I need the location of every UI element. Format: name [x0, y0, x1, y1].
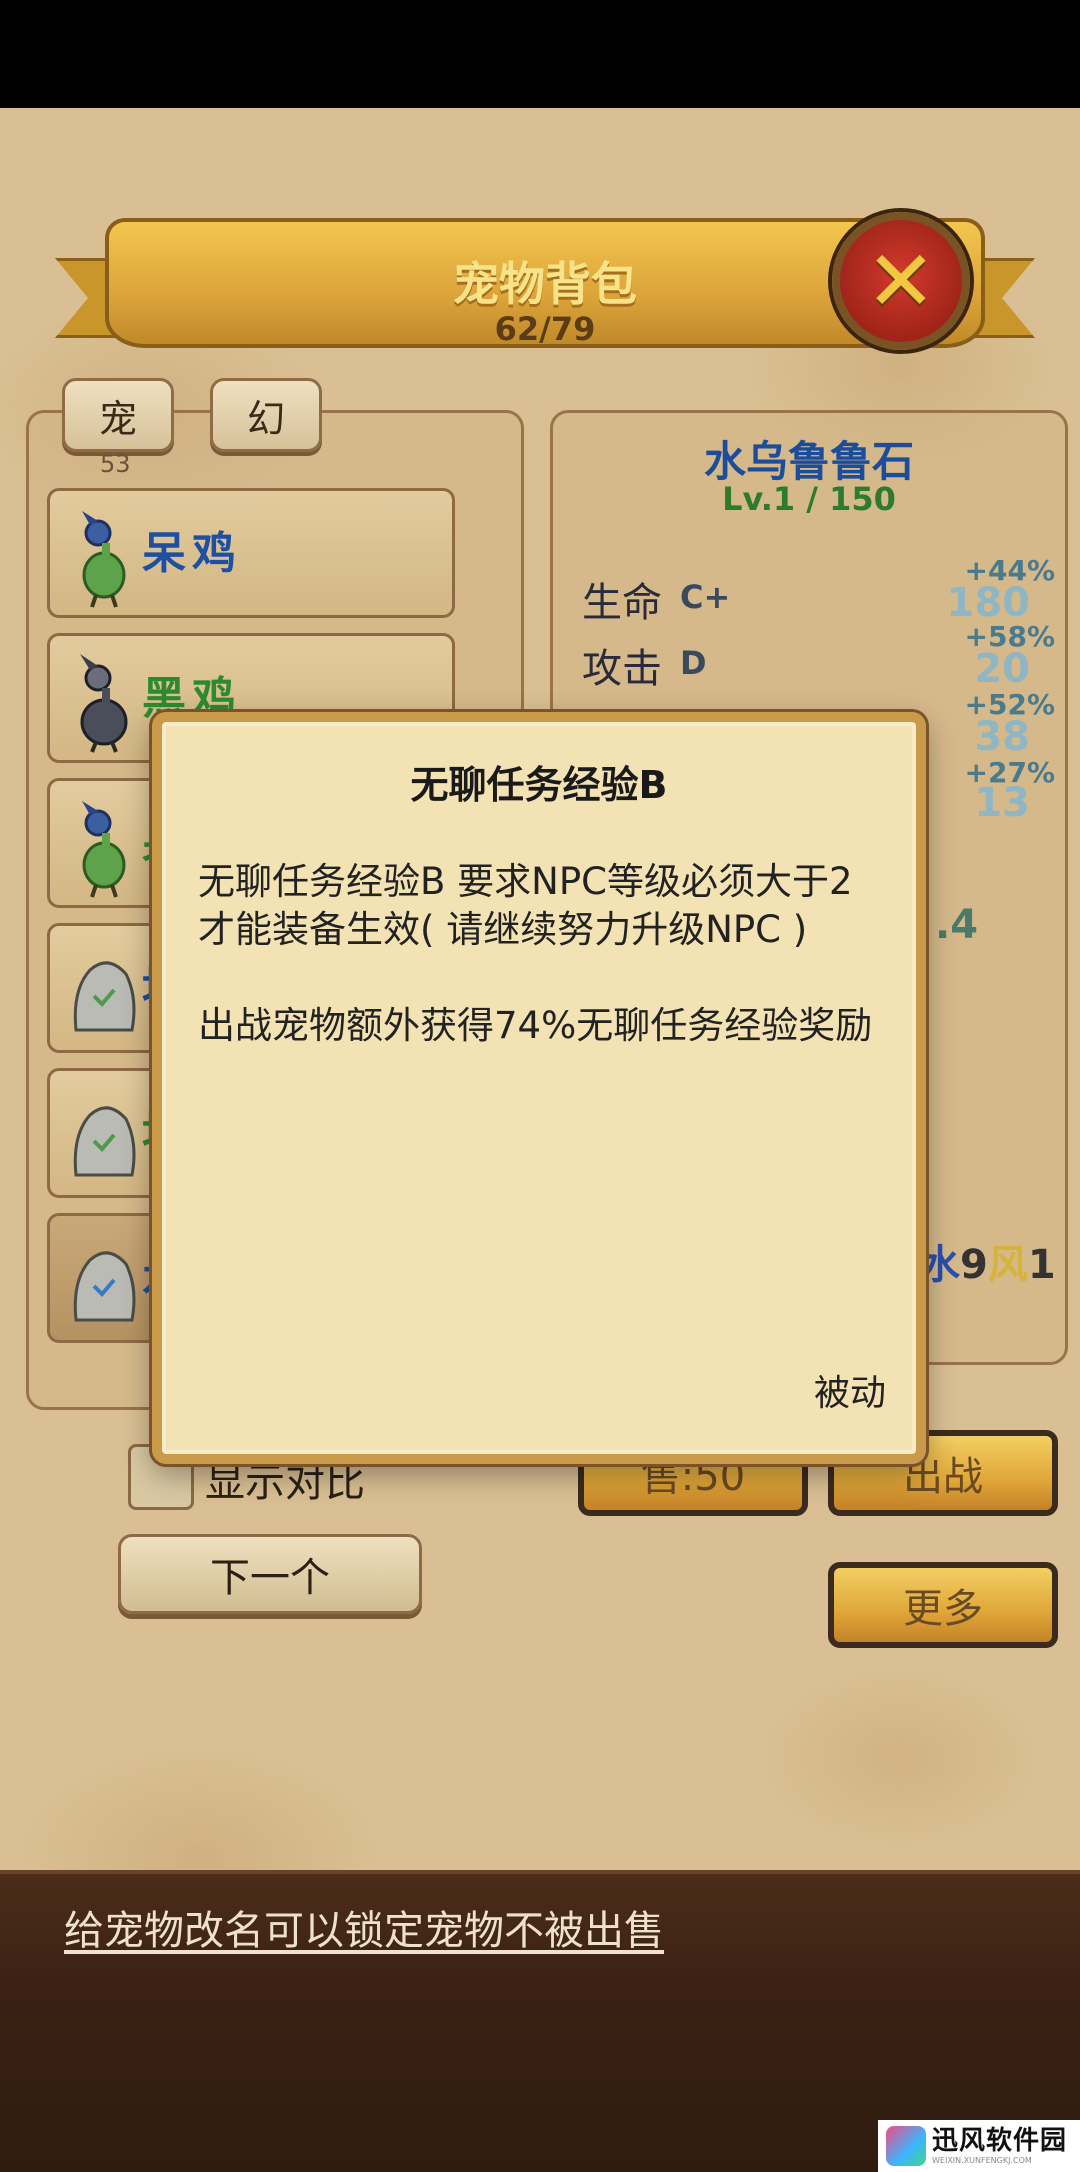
pet-name: 呆鸡 — [142, 528, 242, 579]
green-bird-icon — [82, 511, 126, 608]
status-bar — [0, 0, 1080, 108]
dark-bird-icon — [80, 654, 128, 753]
stat-value: 20 — [974, 646, 1030, 692]
tab-pets[interactable]: 宠 — [62, 378, 174, 452]
skill-info-dialog[interactable]: 无聊任务经验B 无聊任务经验B 要求NPC等级必须大于2 才能装备生效( 请继续… — [152, 712, 926, 1464]
close-button[interactable]: ✕ — [832, 212, 970, 350]
stone-icon — [73, 1106, 136, 1177]
stat-grade: D — [680, 644, 707, 682]
element-water: 水 — [920, 1242, 960, 1288]
close-icon: ✕ — [865, 232, 937, 330]
element-wind: 风 — [987, 1242, 1028, 1288]
tab-count: 53 — [100, 450, 131, 478]
stone-icon — [73, 1251, 136, 1322]
stat-value: 13 — [974, 780, 1030, 826]
dialog-title: 无聊任务经验B — [410, 763, 668, 807]
stat-value: 38 — [974, 714, 1030, 760]
element-wind-value: 1 — [1027, 1242, 1056, 1288]
more-button[interactable]: 更多 — [828, 1562, 1058, 1648]
green-bird-icon — [82, 801, 126, 898]
dialog-effect: 出战宠物额外获得74%无聊任务经验奖励 — [198, 1004, 873, 1047]
dialog-requirement: 无聊任务经验B 要求NPC等级必须大于2 才能装备生效( 请继续努力升级NPC … — [198, 860, 853, 951]
element-water-value: 9 — [960, 1242, 988, 1288]
stat-label: 攻击 — [582, 646, 662, 692]
watermark-url: WEIXIN.XUNFENGKJ.COM — [932, 2155, 1032, 2165]
pet-detail-level: Lv.1 / 150 — [722, 480, 896, 518]
stat-partial-value: .4 — [935, 902, 979, 948]
stone-icon — [73, 961, 136, 1032]
pet-list-item[interactable]: 呆鸡 — [47, 488, 455, 618]
element-affinity: 水9风1 — [920, 1232, 1056, 1290]
next-button[interactable]: 下一个 — [118, 1534, 422, 1614]
stat-label: 生命 — [582, 580, 662, 626]
dialog-body: 无聊任务经验B 要求NPC等级必须大于2 才能装备生效( 请继续努力升级NPC … — [198, 858, 886, 1098]
watermark-logo-icon — [886, 2126, 926, 2166]
dialog-skill-type: 被动 — [813, 1373, 886, 1414]
tip-link[interactable]: 给宠物改名可以锁定宠物不被出售 — [64, 1898, 664, 1956]
tab-phantom[interactable]: 幻 — [210, 378, 322, 452]
stat-grade: C+ — [680, 578, 731, 616]
watermark-name: 迅风软件园 — [932, 2125, 1068, 2156]
watermark: 迅风软件园 WEIXIN.XUNFENGKJ.COM — [878, 2120, 1080, 2172]
